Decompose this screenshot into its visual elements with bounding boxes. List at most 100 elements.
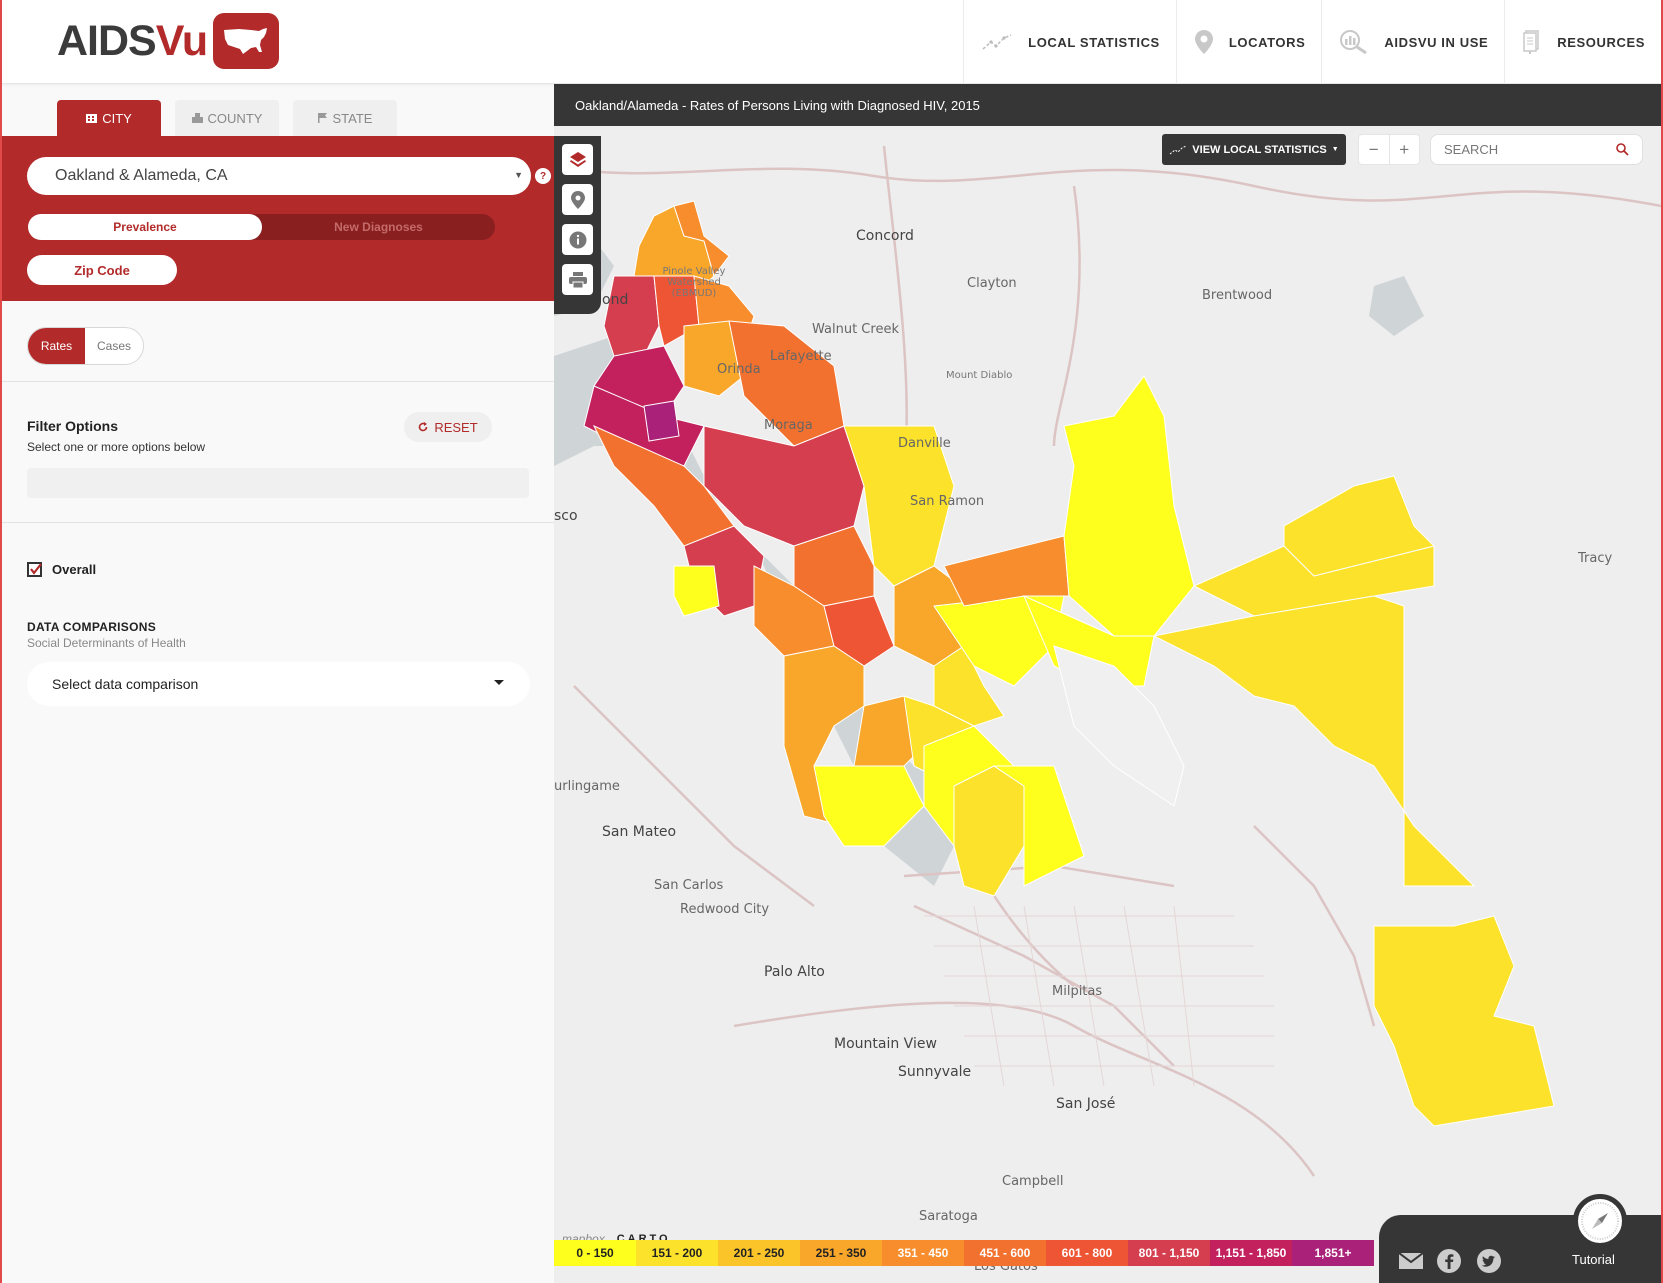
place-label: Danville [898,436,951,451]
region [1063,375,1195,637]
new-diagnoses-option[interactable]: New Diagnoses [262,214,495,240]
data-comparison-select[interactable]: Select data comparison [27,662,530,706]
aidsvu-logo[interactable]: AIDSVu [57,12,280,70]
usa-map-icon [213,13,280,69]
place-label: San Mateo [602,824,677,840]
data-comparisons-subtitle: Social Determinants of Health [27,636,186,650]
place-label: sco [554,508,578,524]
place-label: San José [1056,1096,1116,1112]
print-button[interactable] [562,264,593,295]
place-label: Mountain View [834,1036,937,1052]
geography-tabs: CITY COUNTY STATE [57,100,397,136]
region [643,400,680,442]
legend-swatch: 151 - 200 [636,1240,718,1266]
search-input[interactable] [1444,142,1614,157]
place-label: Redwood City [680,902,770,917]
region [953,765,1025,897]
place-label: Brentwood [1202,288,1273,303]
legend-swatch: 1,851+ [1292,1240,1374,1266]
legend-swatch: 201 - 250 [718,1240,800,1266]
view-local-statistics-button[interactable]: VIEW LOCAL STATISTICS ▼ [1162,134,1346,165]
line-chart-icon [1169,145,1187,154]
place-label: Pinole Valley Watershed (EBMUD) [662,266,726,299]
filter-options-box[interactable] [27,468,529,498]
sidebar: CITY COUNTY STATE Oakland & Alameda, CA … [2,84,554,1283]
nav-locators[interactable]: LOCATORS [1175,0,1322,84]
place-label: Concord [856,228,914,244]
county-icon [191,113,203,123]
layers-button[interactable] [562,144,593,175]
place-label: Lafayette [770,349,832,364]
overall-checkbox[interactable]: Overall [27,562,96,577]
caret-down-icon: ▼ [1331,146,1339,153]
document-icon [1523,30,1539,54]
zoom-in-button[interactable]: + [1388,135,1420,164]
twitter-icon[interactable] [1477,1249,1501,1273]
layers-icon [569,151,586,167]
data-comparisons-title: DATA COMPARISONS [27,620,157,634]
flag-icon [317,113,327,123]
rates-option[interactable]: Rates [28,328,85,364]
map-title: Oakland/Alameda - Rates of Persons Livin… [554,84,1661,126]
reset-button[interactable]: RESET [404,412,492,442]
tab-state[interactable]: STATE [293,100,397,136]
nav-aidsvu-in-use[interactable]: AIDSVU IN USE [1321,0,1504,84]
cases-option[interactable]: Cases [85,328,143,364]
zoom-out-button[interactable]: − [1359,135,1389,164]
place-label: ond [602,292,629,308]
legend-swatch: 251 - 350 [800,1240,882,1266]
measure-toggle: Prevalence New Diagnoses [28,214,495,240]
zip-code-button[interactable]: Zip Code [27,255,177,285]
tutorial-label: Tutorial [1572,1252,1615,1267]
facebook-icon[interactable] [1437,1249,1461,1273]
place-label: Milpitas [1052,984,1103,999]
divider [2,381,554,382]
place-label: urlingame [554,779,620,794]
location-button[interactable] [562,184,593,215]
place-label: San Carlos [654,878,724,893]
choropleth-map[interactable]: Oakland/Alameda - Rates of Persons Livin… [554,84,1661,1283]
legend-swatch: 451 - 600 [964,1240,1046,1266]
location-panel: Oakland & Alameda, CA ▼ ? Prevalence New… [2,136,554,301]
reservoir [1369,276,1424,336]
main-nav: LOCAL STATISTICS LOCATORS AIDSVU IN USE … [963,0,1661,84]
location-select[interactable]: Oakland & Alameda, CA ▼ [27,157,531,195]
search-icon[interactable] [1616,143,1629,156]
map-legend: 0 - 150 151 - 200 201 - 250 251 - 350 351 - … [554,1240,1374,1266]
map-pin-icon [1194,30,1213,54]
map-toolbar [554,136,601,314]
tutorial-button[interactable] [1573,1194,1627,1248]
place-label: Palo Alto [764,964,825,980]
compass-icon [1581,1202,1619,1240]
tab-county[interactable]: COUNTY [175,100,279,136]
region [943,535,1070,607]
site-header: AIDSVu LOCAL STATISTICS LOCATORS AIDSVU … [2,0,1661,84]
location-pin-icon [570,190,585,209]
print-icon [568,271,587,288]
email-icon[interactable] [1399,1253,1423,1269]
place-label: San Ramon [910,494,985,509]
rates-cases-toggle: Rates Cases [27,327,144,365]
magnify-chart-icon [1340,30,1368,54]
prevalence-option[interactable]: Prevalence [28,214,262,240]
place-label: Sunnyvale [898,1064,972,1080]
legend-swatch: 801 - 1,150 [1128,1240,1210,1266]
help-icon[interactable]: ? [535,168,551,184]
region [673,565,720,617]
legend-swatch: 601 - 800 [1046,1240,1128,1266]
legend-swatch: 1,151 - 1,850 [1210,1240,1292,1266]
chevron-down-icon: ▼ [514,170,523,180]
region [1152,595,1476,887]
checkbox-checked[interactable] [27,562,42,577]
place-label: Walnut Creek [812,322,899,337]
caret-down-icon [494,680,504,685]
nav-resources[interactable]: RESOURCES [1504,0,1661,84]
place-label: Saratoga [919,1209,978,1224]
line-chart-icon [982,34,1012,50]
place-label: Mount Diablo [946,370,1013,381]
info-button[interactable] [562,224,593,255]
checkmark-icon [30,563,42,575]
nav-local-statistics[interactable]: LOCAL STATISTICS [963,0,1176,84]
place-label: Clayton [967,276,1017,291]
tab-city[interactable]: CITY [57,100,161,136]
